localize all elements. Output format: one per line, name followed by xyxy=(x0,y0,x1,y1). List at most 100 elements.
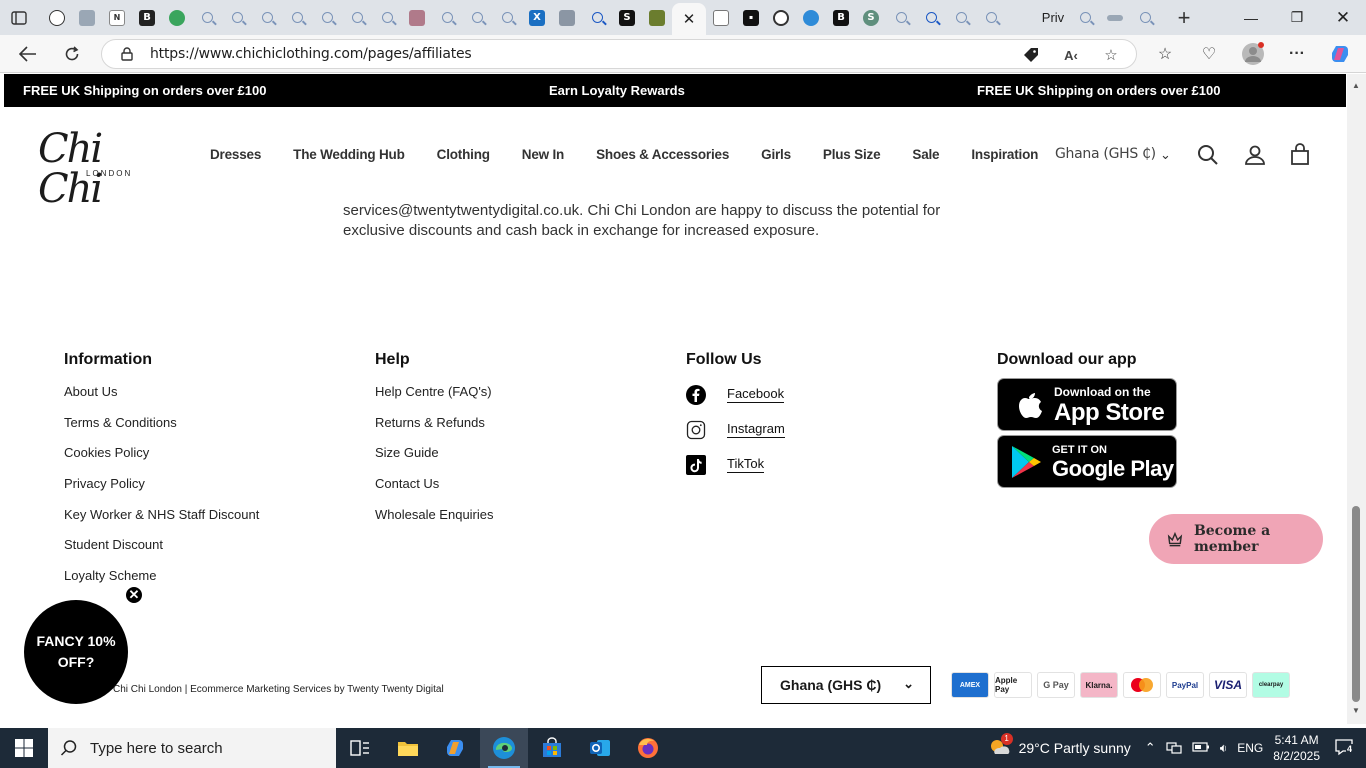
tiktok-link[interactable]: TikTok xyxy=(727,456,765,473)
footer-link-about-us[interactable]: About Us xyxy=(64,383,259,414)
weather-text[interactable]: 29°C Partly sunny xyxy=(1019,740,1131,756)
tab-search-13[interactable] xyxy=(916,3,946,33)
language-indicator[interactable]: ENG xyxy=(1237,741,1263,755)
tab-search-3[interactable] xyxy=(252,3,282,33)
nav-wedding-hub[interactable]: The Wedding Hub xyxy=(293,147,405,162)
app-store-badge[interactable]: Download on the App Store xyxy=(997,378,1177,431)
weather-icon[interactable]: 1 xyxy=(987,732,1013,761)
become-member-button[interactable]: Become a member xyxy=(1149,514,1323,564)
tab-actions-icon[interactable] xyxy=(4,3,34,33)
tab-search-5[interactable] xyxy=(312,3,342,33)
back-button[interactable] xyxy=(13,39,43,69)
tab-notion[interactable]: N xyxy=(102,3,132,33)
nav-clothing[interactable]: Clothing xyxy=(437,147,490,162)
cart-bag-icon[interactable] xyxy=(1288,143,1312,167)
outlook-icon[interactable] xyxy=(576,728,624,768)
notifications-icon[interactable]: 4 xyxy=(1334,738,1354,759)
tab-openai[interactable] xyxy=(766,3,796,33)
tab-search-4[interactable] xyxy=(282,3,312,33)
tab-wave[interactable] xyxy=(796,3,826,33)
clock[interactable]: 5:41 AM 8/2/2025 xyxy=(1273,732,1320,764)
microsoft-store-icon[interactable] xyxy=(528,728,576,768)
search-icon[interactable] xyxy=(1196,143,1220,167)
promo-right[interactable]: FREE UK Shipping on orders over £100 xyxy=(977,83,1220,98)
edge-browser-icon[interactable] xyxy=(480,728,528,768)
chevron-down-icon[interactable]: ⌄ xyxy=(1160,147,1171,163)
taskbar-search[interactable]: Type here to search xyxy=(48,728,336,768)
profile-avatar[interactable] xyxy=(1238,39,1268,69)
nav-plus-size[interactable]: Plus Size xyxy=(823,147,881,162)
firefox-icon[interactable] xyxy=(624,728,672,768)
scroll-down-arrow[interactable]: ▼ xyxy=(1352,707,1361,715)
restore-button[interactable]: ❐ xyxy=(1274,0,1320,35)
instagram-link[interactable]: Instagram xyxy=(727,421,785,438)
footer-link-terms[interactable]: Terms & Conditions xyxy=(64,414,259,445)
account-icon[interactable] xyxy=(1243,143,1267,167)
tab-generic[interactable] xyxy=(72,3,102,33)
promo-left[interactable]: FREE UK Shipping on orders over £100 xyxy=(23,83,266,98)
tab-bold[interactable]: B xyxy=(132,3,162,33)
scroll-thumb[interactable] xyxy=(1352,506,1360,702)
tab-dark[interactable]: ▪ xyxy=(736,3,766,33)
tab-priv[interactable]: Priv xyxy=(1036,3,1070,33)
facebook-icon[interactable] xyxy=(686,384,706,405)
copilot-app-icon[interactable] xyxy=(432,728,480,768)
tab-search-6[interactable] xyxy=(342,3,372,33)
tab-generic-2[interactable] xyxy=(552,3,582,33)
tab-search-14[interactable] xyxy=(946,3,976,33)
tab-search-7[interactable] xyxy=(372,3,402,33)
footer-link-size-guide[interactable]: Size Guide xyxy=(375,444,494,475)
page-scrollbar[interactable]: ▲ ▼ xyxy=(1347,74,1366,724)
tab-image-2[interactable] xyxy=(642,3,672,33)
nav-inspiration[interactable]: Inspiration xyxy=(971,147,1038,162)
tab-search-12[interactable] xyxy=(886,3,916,33)
refresh-button[interactable] xyxy=(57,39,87,69)
tab-maps[interactable] xyxy=(162,3,192,33)
nav-girls[interactable]: Girls xyxy=(761,147,791,162)
nav-new-in[interactable]: New In xyxy=(522,147,565,162)
tab-excel[interactable]: X xyxy=(522,3,552,33)
url-text[interactable]: https://www.chichiclothing.com/pages/aff… xyxy=(150,46,472,62)
footer-link-privacy[interactable]: Privacy Policy xyxy=(64,475,259,506)
footer-link-help-centre[interactable]: Help Centre (FAQ's) xyxy=(375,383,494,414)
network-icon[interactable] xyxy=(1166,740,1182,757)
tab-s2[interactable]: S xyxy=(856,3,886,33)
start-button[interactable] xyxy=(0,728,48,768)
site-info-icon[interactable] xyxy=(120,47,134,61)
more-menu-icon[interactable]: ··· xyxy=(1282,39,1312,69)
nav-dresses[interactable]: Dresses xyxy=(210,147,261,162)
copilot-icon[interactable] xyxy=(1326,39,1356,69)
tab-b[interactable]: B xyxy=(826,3,856,33)
region-selector[interactable]: Ghana (GHS ₵) xyxy=(1055,146,1156,162)
show-hidden-icons-icon[interactable]: ⌃ xyxy=(1145,740,1156,756)
tab-blank[interactable] xyxy=(1006,3,1036,33)
browser-essentials-icon[interactable]: ♡ xyxy=(1194,39,1224,69)
footer-link-cookies[interactable]: Cookies Policy xyxy=(64,444,259,475)
tab-search-9[interactable] xyxy=(462,3,492,33)
tab-mail[interactable] xyxy=(706,3,736,33)
tab-current[interactable]: ✕ xyxy=(672,3,706,35)
nav-sale[interactable]: Sale xyxy=(912,147,939,162)
tab-search-15[interactable] xyxy=(976,3,1006,33)
tab-search-11[interactable] xyxy=(582,3,612,33)
tab-search-17[interactable] xyxy=(1130,3,1160,33)
url-field[interactable]: https://www.chichiclothing.com/pages/aff… xyxy=(101,39,1137,69)
tab-s[interactable]: S xyxy=(612,3,642,33)
close-tab-icon[interactable]: ✕ xyxy=(683,10,696,28)
scroll-up-arrow[interactable]: ▲ xyxy=(1352,82,1361,90)
tab-search-16[interactable] xyxy=(1070,3,1100,33)
volume-icon[interactable]: 🔉︎ xyxy=(1220,741,1228,756)
footer-link-contact[interactable]: Contact Us xyxy=(375,475,494,506)
nav-shoes-accessories[interactable]: Shoes & Accessories xyxy=(596,147,729,162)
file-explorer-icon[interactable] xyxy=(384,728,432,768)
minimize-button[interactable]: — xyxy=(1228,0,1274,35)
tab-search-1[interactable] xyxy=(192,3,222,33)
new-tab-button[interactable]: + xyxy=(1166,3,1202,33)
favorites-icon[interactable]: ☆ xyxy=(1150,39,1180,69)
footer-link-returns[interactable]: Returns & Refunds xyxy=(375,414,494,445)
tab-search-8[interactable] xyxy=(432,3,462,33)
battery-icon[interactable] xyxy=(1192,741,1210,756)
instagram-icon[interactable] xyxy=(686,420,706,440)
close-popup-icon[interactable]: ✕ xyxy=(124,585,144,605)
country-currency-select[interactable]: Ghana (GHS ₵) ⌄ xyxy=(761,666,931,704)
